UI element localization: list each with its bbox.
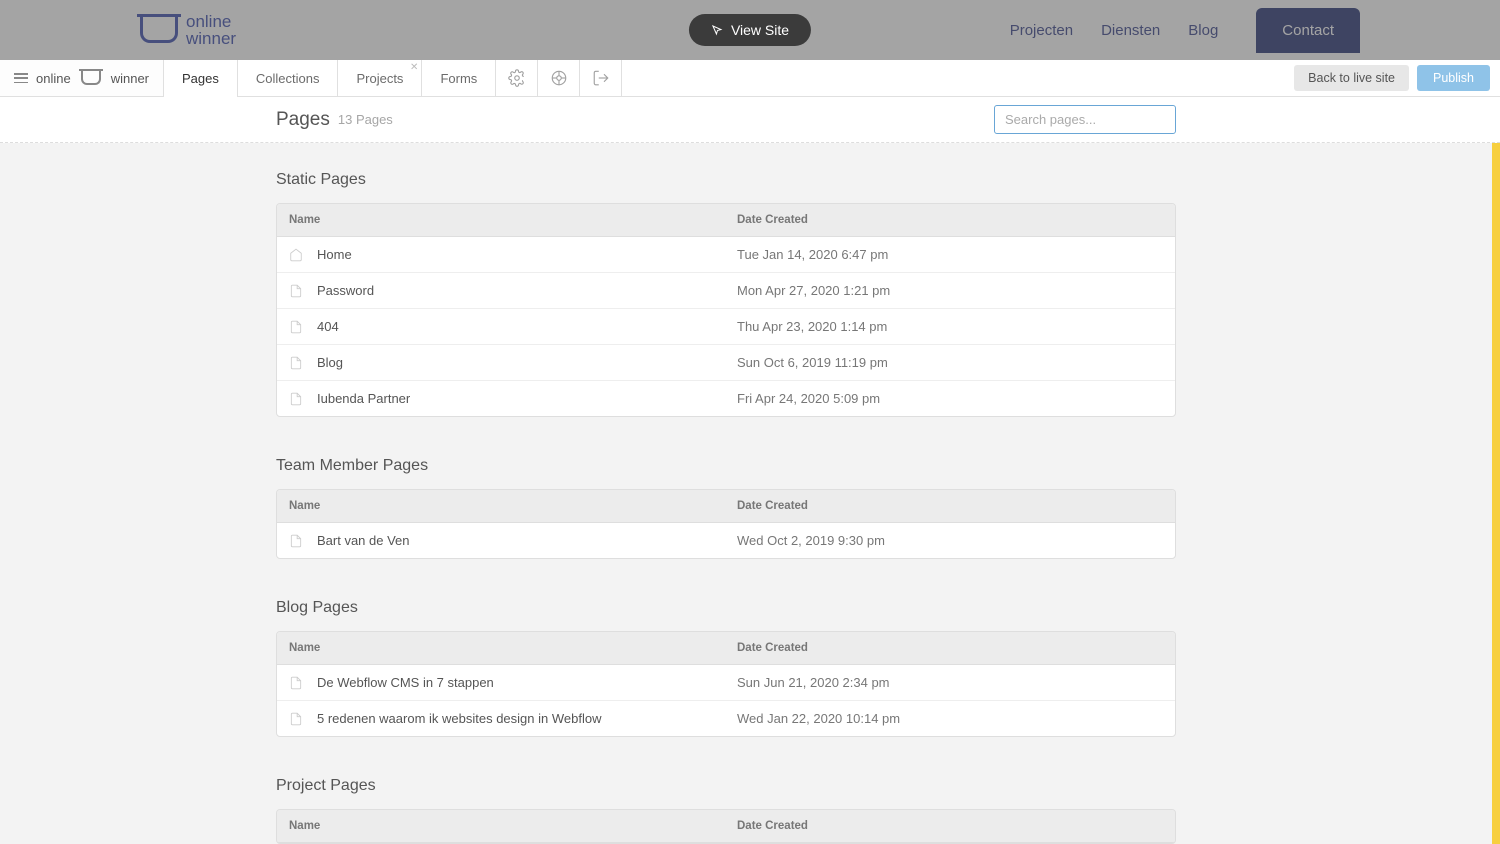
row-date: Sun Jun 21, 2020 2:34 pm	[737, 675, 1163, 690]
row-name: 5 redenen waarom ik websites design in W…	[317, 711, 737, 726]
logout-icon	[592, 69, 610, 87]
col-name: Name	[289, 214, 737, 226]
table-row[interactable]: 5 redenen waarom ik websites design in W…	[277, 701, 1175, 736]
logout-button[interactable]	[580, 60, 622, 96]
table-header: NameDate Created	[277, 490, 1175, 523]
page-icon	[289, 392, 307, 406]
page-count: 13 Pages	[338, 112, 393, 127]
view-site-button[interactable]: View Site	[689, 14, 811, 46]
section-title: Team Member Pages	[276, 457, 1176, 475]
row-date: Thu Apr 23, 2020 1:14 pm	[737, 319, 1163, 334]
pages-table: NameDate CreatedHomeTue Jan 14, 2020 6:4…	[276, 203, 1176, 417]
home-icon	[289, 248, 307, 262]
project-label-1: online	[36, 71, 71, 86]
row-date: Wed Jan 22, 2020 10:14 pm	[737, 711, 1163, 726]
page-title: Pages	[276, 109, 330, 131]
table-header: NameDate Created	[277, 204, 1175, 237]
section-title: Static Pages	[276, 171, 1176, 189]
row-date: Sun Oct 6, 2019 11:19 pm	[737, 355, 1163, 370]
editor-tabs: Pages Collections Projects ✕ Forms	[164, 60, 622, 96]
pages-table: NameDate CreatedDe Webflow CMS in 7 stap…	[276, 631, 1176, 737]
table-row[interactable]: HomeTue Jan 14, 2020 6:47 pm	[277, 237, 1175, 273]
tab-forms[interactable]: Forms	[422, 60, 496, 96]
tab-collections-label: Collections	[256, 71, 320, 86]
back-to-live-button[interactable]: Back to live site	[1294, 65, 1409, 91]
content-inner: Static PagesNameDate CreatedHomeTue Jan …	[276, 171, 1176, 844]
table-row[interactable]: Iubenda PartnerFri Apr 24, 2020 5:09 pm	[277, 381, 1175, 416]
page-icon	[289, 676, 307, 690]
scrollbar-accent	[1492, 143, 1500, 844]
editor-toolbar: online winner Pages Collections Projects…	[0, 60, 1500, 97]
row-name: Blog	[317, 355, 737, 370]
page-icon	[289, 320, 307, 334]
row-name: Iubenda Partner	[317, 391, 737, 406]
table-row[interactable]: 404Thu Apr 23, 2020 1:14 pm	[277, 309, 1175, 345]
toolbar-right: Back to live site Publish	[1294, 60, 1500, 96]
col-date: Date Created	[737, 214, 1163, 226]
cursor-icon	[711, 24, 723, 36]
tab-pages[interactable]: Pages	[164, 60, 238, 96]
page-icon	[289, 356, 307, 370]
col-name: Name	[289, 820, 737, 832]
col-date: Date Created	[737, 820, 1163, 832]
row-date: Mon Apr 27, 2020 1:21 pm	[737, 283, 1163, 298]
col-name: Name	[289, 642, 737, 654]
row-name: De Webflow CMS in 7 stappen	[317, 675, 737, 690]
page-icon	[289, 284, 307, 298]
row-date: Tue Jan 14, 2020 6:47 pm	[737, 247, 1163, 262]
row-date: Fri Apr 24, 2020 5:09 pm	[737, 391, 1163, 406]
row-name: 404	[317, 319, 737, 334]
project-label-2: winner	[111, 71, 149, 86]
project-chip[interactable]: online winner	[0, 60, 164, 96]
publish-button[interactable]: Publish	[1417, 65, 1490, 91]
table-row[interactable]: De Webflow CMS in 7 stappenSun Jun 21, 2…	[277, 665, 1175, 701]
search-box[interactable]	[994, 105, 1176, 134]
close-icon[interactable]: ✕	[410, 62, 418, 73]
mini-logo-icon	[81, 71, 101, 85]
col-date: Date Created	[737, 642, 1163, 654]
section-title: Project Pages	[276, 777, 1176, 795]
page-icon	[289, 712, 307, 726]
row-name: Bart van de Ven	[317, 533, 737, 548]
tab-projects-label: Projects	[356, 71, 403, 86]
help-button[interactable]	[538, 60, 580, 96]
help-icon	[550, 69, 568, 87]
table-row[interactable]: PasswordMon Apr 27, 2020 1:21 pm	[277, 273, 1175, 309]
table-row[interactable]: Bart van de VenWed Oct 2, 2019 9:30 pm	[277, 523, 1175, 558]
tab-projects[interactable]: Projects ✕	[338, 60, 422, 96]
table-header: NameDate Created	[277, 810, 1175, 843]
search-input[interactable]	[1005, 112, 1165, 127]
settings-button[interactable]	[496, 60, 538, 96]
gear-icon	[508, 69, 526, 87]
view-site-label: View Site	[731, 22, 789, 38]
page-header: Pages 13 Pages	[0, 97, 1500, 143]
content-scroll[interactable]: Static PagesNameDate CreatedHomeTue Jan …	[0, 143, 1500, 844]
hamburger-icon	[14, 73, 28, 83]
tab-forms-label: Forms	[440, 71, 477, 86]
row-name: Home	[317, 247, 737, 262]
pages-table: NameDate Created	[276, 809, 1176, 844]
tab-pages-label: Pages	[182, 71, 219, 86]
table-header: NameDate Created	[277, 632, 1175, 665]
page-icon	[289, 534, 307, 548]
pages-table: NameDate CreatedBart van de VenWed Oct 2…	[276, 489, 1176, 559]
col-name: Name	[289, 500, 737, 512]
col-date: Date Created	[737, 500, 1163, 512]
row-date: Wed Oct 2, 2019 9:30 pm	[737, 533, 1163, 548]
row-name: Password	[317, 283, 737, 298]
tab-collections[interactable]: Collections	[238, 60, 339, 96]
section-title: Blog Pages	[276, 599, 1176, 617]
table-row[interactable]: BlogSun Oct 6, 2019 11:19 pm	[277, 345, 1175, 381]
